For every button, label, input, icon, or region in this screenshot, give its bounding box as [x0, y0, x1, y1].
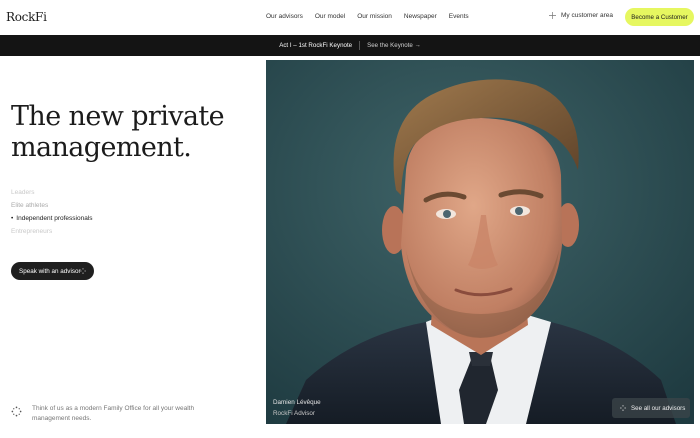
speak-with-advisor-button[interactable]: Speak with an advisor	[11, 262, 94, 280]
family-office-note: Think of us as a modern Family Office fo…	[11, 404, 202, 424]
customer-area-label: My customer area	[561, 12, 614, 19]
see-all-label: See all our advisors	[631, 404, 686, 412]
see-all-advisors-button[interactable]: See all our advisors	[612, 398, 690, 418]
nav-link-events[interactable]: Events	[449, 13, 469, 20]
sparkle-icon	[620, 405, 626, 411]
speak-button-label: Speak with an advisor	[19, 267, 81, 275]
advisor-role: RockFi Advisor	[273, 410, 315, 417]
hero-headline: The new private management.	[11, 101, 251, 163]
headline-line-1: The new private	[11, 101, 225, 132]
advisor-caption: Damien Lévêque RockFi Advisor	[273, 397, 321, 419]
nav-link-newspaper[interactable]: Newspaper	[404, 13, 437, 20]
logo[interactable]: RockFi	[6, 10, 47, 24]
dots-cluster-icon	[11, 406, 22, 417]
audience-item-elite-athletes[interactable]: Elite athletes	[11, 199, 93, 212]
announcement-divider	[359, 41, 361, 50]
family-office-text: Think of us as a modern Family Office fo…	[32, 405, 195, 422]
nav-link-our-advisors[interactable]: Our advisors	[266, 13, 303, 20]
sparkle-icon	[80, 268, 86, 274]
nav-link-our-model[interactable]: Our model	[315, 13, 345, 20]
nav-links: Our advisors Our model Our mission Newsp…	[266, 13, 481, 20]
see-keynote-link[interactable]: See the Keynote →	[367, 42, 421, 49]
advisor-portrait-image	[266, 60, 694, 424]
announcement-title: Act I – 1st RockFi Keynote	[279, 42, 353, 49]
audience-list: Leaders Elite athletes Independent profe…	[11, 186, 93, 238]
nav-link-our-mission[interactable]: Our mission	[357, 13, 392, 20]
sparkle-icon	[549, 12, 556, 19]
customer-area-link[interactable]: My customer area	[549, 12, 613, 19]
top-nav: RockFi Our advisors Our model Our missio…	[0, 0, 700, 35]
audience-item-leaders[interactable]: Leaders	[11, 186, 93, 199]
become-customer-button[interactable]: Become a Customer	[625, 8, 694, 26]
headline-line-2: management.	[11, 132, 192, 163]
advisor-name: Damien Lévêque	[273, 399, 321, 406]
audience-item-entrepreneurs[interactable]: Entrepreneurs	[11, 225, 93, 238]
audience-item-independent-professionals[interactable]: Independent professionals	[11, 212, 92, 225]
advisor-photo	[266, 60, 694, 424]
announcement-bar: Act I – 1st RockFi Keynote See the Keyno…	[0, 35, 700, 56]
